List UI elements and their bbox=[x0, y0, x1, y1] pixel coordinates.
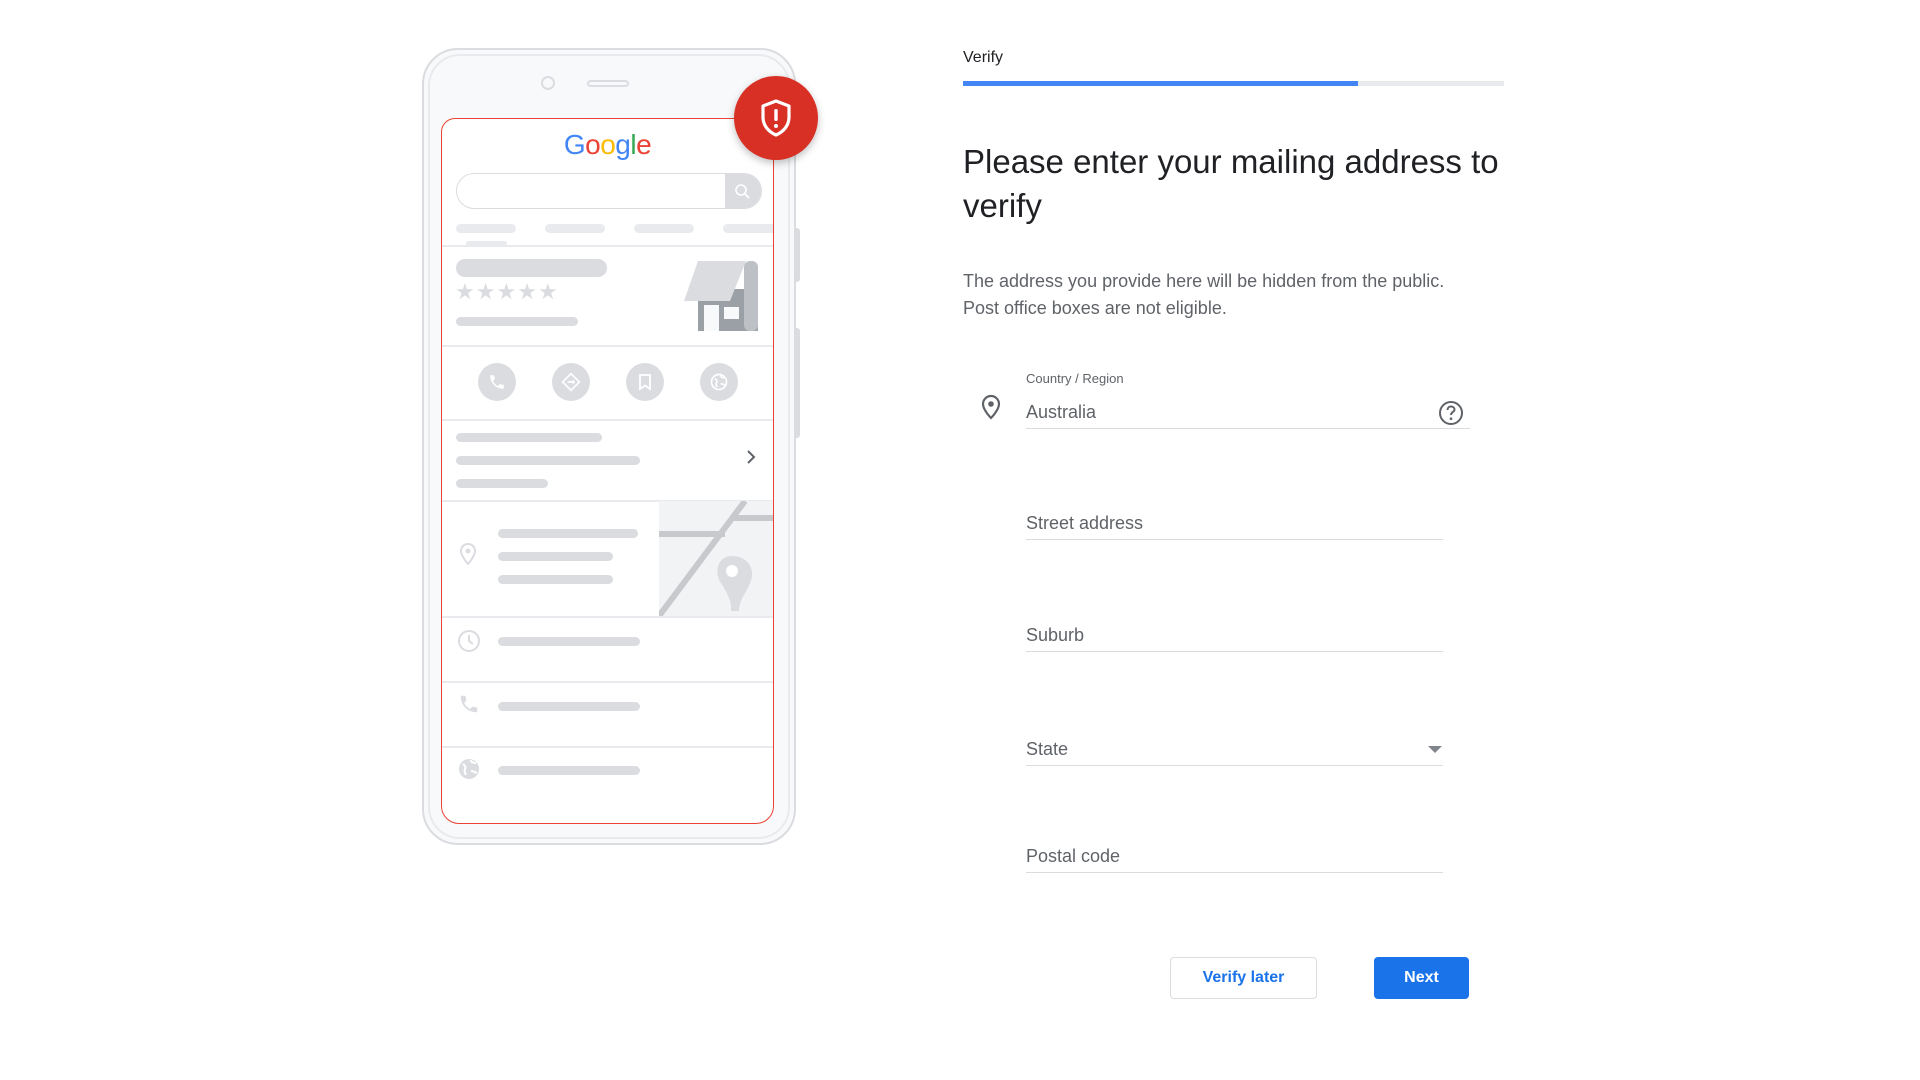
verification-badge bbox=[734, 76, 818, 160]
mock-save-action bbox=[626, 363, 664, 401]
divider bbox=[442, 345, 773, 347]
street-address-field[interactable] bbox=[1026, 500, 1443, 540]
progress-bar bbox=[963, 81, 1504, 86]
street-address-input[interactable] bbox=[1026, 513, 1386, 534]
help-circle-icon[interactable] bbox=[1438, 400, 1464, 426]
mock-directions-action bbox=[552, 363, 590, 401]
star-icon: ★ bbox=[455, 279, 476, 304]
location-pin-icon bbox=[460, 543, 476, 565]
globe-icon bbox=[710, 373, 728, 391]
star-icon: ★ bbox=[537, 279, 559, 304]
location-pin-icon bbox=[981, 394, 1001, 420]
mock-line bbox=[498, 766, 640, 775]
logo-letter: o bbox=[600, 129, 616, 160]
phone-side-button bbox=[795, 328, 800, 438]
phone-icon bbox=[490, 375, 504, 389]
logo-letter: o bbox=[585, 129, 601, 160]
star-icon: ★ bbox=[517, 279, 538, 304]
state-select[interactable]: State bbox=[1026, 726, 1443, 766]
mock-search-button bbox=[725, 174, 761, 208]
country-select[interactable]: Australia bbox=[1026, 389, 1470, 429]
mock-line bbox=[498, 575, 613, 584]
verify-later-button[interactable]: Verify later bbox=[1170, 957, 1317, 999]
mock-line bbox=[498, 529, 638, 538]
mock-business-name bbox=[456, 259, 607, 277]
phone-camera bbox=[541, 76, 555, 90]
mock-website-action bbox=[700, 363, 738, 401]
mock-tab bbox=[634, 224, 694, 233]
divider bbox=[442, 746, 773, 748]
page-title: Please enter your mailing address to ver… bbox=[963, 143, 1499, 224]
google-logo: Google bbox=[442, 129, 773, 161]
logo-letter: g bbox=[615, 129, 631, 160]
mock-line bbox=[456, 317, 578, 326]
phone-speaker bbox=[587, 80, 629, 87]
mock-tab bbox=[723, 224, 773, 233]
mock-line bbox=[456, 433, 602, 442]
logo-letter: e bbox=[636, 129, 652, 160]
mock-tab bbox=[456, 224, 516, 233]
mock-line bbox=[498, 552, 613, 561]
mock-line bbox=[456, 479, 548, 488]
mock-line bbox=[456, 456, 640, 465]
mock-search-bar bbox=[456, 173, 762, 209]
step-label: Verify bbox=[963, 49, 1004, 66]
chevron-right-icon bbox=[747, 450, 756, 464]
rating-stars: ★★★★★ bbox=[455, 279, 559, 305]
search-icon bbox=[735, 184, 750, 199]
phone-screen: Google ★★★★★ bbox=[441, 118, 774, 824]
star-icon: ★ bbox=[496, 279, 518, 304]
mock-tab bbox=[545, 224, 605, 233]
star-icon: ★ bbox=[475, 279, 497, 304]
next-button[interactable]: Next bbox=[1374, 957, 1469, 999]
logo-letter: G bbox=[563, 129, 586, 160]
mock-call-action bbox=[478, 363, 516, 401]
progress-bar-fill bbox=[963, 81, 1358, 86]
page-description: The address you provide here will be hid… bbox=[963, 271, 1445, 318]
suburb-input[interactable] bbox=[1026, 625, 1386, 646]
bookmark-icon bbox=[639, 374, 651, 391]
dropdown-arrow-icon[interactable] bbox=[1428, 746, 1442, 754]
divider bbox=[442, 616, 773, 618]
phone-side-button bbox=[795, 228, 800, 282]
mock-line bbox=[498, 637, 640, 646]
divider bbox=[442, 419, 773, 421]
directions-icon bbox=[561, 372, 581, 392]
mock-line bbox=[498, 702, 640, 711]
country-value: Australia bbox=[1026, 402, 1097, 422]
storefront-icon bbox=[684, 261, 758, 331]
divider bbox=[442, 245, 773, 247]
map-thumbnail bbox=[659, 501, 773, 616]
phone-icon bbox=[460, 695, 478, 713]
globe-icon bbox=[459, 759, 479, 779]
clock-icon bbox=[458, 630, 480, 652]
country-label: Country / Region bbox=[1026, 371, 1124, 386]
suburb-field[interactable] bbox=[1026, 612, 1443, 652]
shield-alert-icon bbox=[761, 99, 791, 137]
state-placeholder: State bbox=[1026, 739, 1069, 759]
postal-code-input[interactable] bbox=[1026, 846, 1386, 867]
divider bbox=[442, 681, 773, 683]
postal-code-field[interactable] bbox=[1026, 833, 1443, 873]
